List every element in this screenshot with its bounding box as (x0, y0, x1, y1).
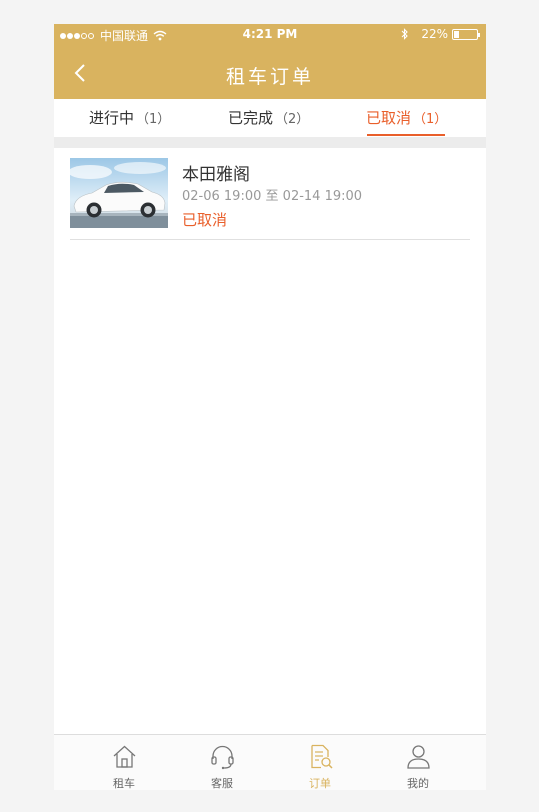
battery-icon (452, 28, 480, 40)
tab-label: 已完成 (228, 109, 274, 127)
tab-cancelled[interactable]: 已取消 （1） (366, 99, 447, 137)
car-thumbnail-image (70, 158, 168, 228)
status-right: 22% (401, 27, 480, 41)
tab-label: 已取消 (366, 109, 412, 127)
bluetooth-icon (401, 28, 409, 40)
bottom-tab-label: 客服 (211, 777, 233, 790)
order-document-icon (311, 744, 333, 769)
tab-count: （1） (413, 112, 448, 127)
home-icon (113, 745, 136, 768)
section-divider (54, 137, 486, 148)
page-title: 租车订单 (225, 66, 314, 88)
rental-end-time: 02-14 19:00 (282, 189, 363, 204)
navigation-bar: 租车订单 (54, 46, 486, 99)
rental-period: 02-06 19:00 至 02-14 19:00 (182, 185, 362, 204)
rental-start-time: 02-06 19:00 (182, 189, 262, 204)
bottom-tab-label: 租车 (113, 777, 135, 790)
tab-count: （2） (275, 112, 310, 127)
bottom-tab-orders[interactable]: 订单 (266, 735, 374, 790)
tab-in-progress[interactable]: 进行中 （1） (89, 99, 170, 137)
tab-count: （1） (136, 112, 171, 127)
bottom-tab-bar: 租车 客服 订单 我的 (54, 734, 486, 790)
rental-period-separator: 至 (265, 189, 279, 204)
car-model-name: 本田雅阁 (182, 165, 250, 185)
battery-percentage: 22% (421, 27, 448, 41)
bottom-tab-customer-service[interactable]: 客服 (168, 735, 276, 790)
bottom-tab-profile[interactable]: 我的 (364, 735, 472, 790)
bottom-tab-label: 订单 (309, 777, 331, 790)
headset-icon (211, 745, 234, 770)
tab-label: 进行中 (89, 109, 135, 127)
order-list-item[interactable]: 本田雅阁 02-06 19:00 至 02-14 19:00 已取消 (70, 158, 470, 240)
battery-level-fill (454, 30, 459, 38)
user-icon (407, 745, 430, 769)
tab-completed[interactable]: 已完成 （2） (228, 99, 309, 137)
phone-screen: 中国联通 4:21 PM 22% 租车订单 进行中 （1） 已完成 （2） 已取… (54, 24, 486, 790)
order-status-label: 已取消 (182, 211, 228, 229)
status-bar: 中国联通 4:21 PM 22% (54, 24, 486, 46)
order-status-tabs: 进行中 （1） 已完成 （2） 已取消 （1） (54, 99, 486, 137)
active-tab-indicator (367, 134, 445, 136)
bottom-tab-label: 我的 (407, 777, 429, 790)
bottom-tab-rent-car[interactable]: 租车 (70, 735, 178, 790)
